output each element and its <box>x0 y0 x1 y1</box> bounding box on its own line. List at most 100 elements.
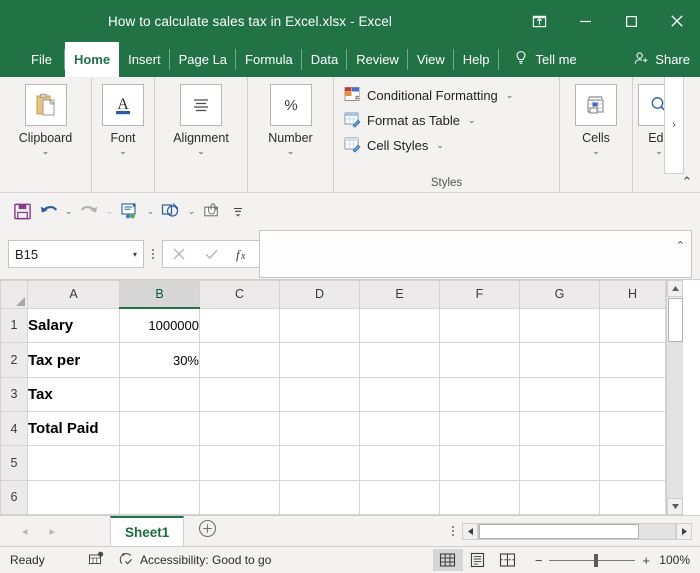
close-icon[interactable] <box>654 0 700 42</box>
page-break-view-icon[interactable] <box>493 549 523 571</box>
scroll-right-arrow[interactable] <box>676 523 692 540</box>
cell-g1[interactable] <box>520 308 600 343</box>
cell-d6[interactable] <box>280 480 360 514</box>
enter-check-icon[interactable] <box>195 242 227 266</box>
sheet-tab-sheet1[interactable]: Sheet1 <box>110 516 184 546</box>
cell-c1[interactable] <box>200 308 280 343</box>
record-macro-button[interactable] <box>88 551 104 569</box>
row-header-6[interactable]: 6 <box>1 480 28 514</box>
cell-f6[interactable] <box>440 480 520 514</box>
send-dropdown-chevron-icon[interactable]: ⌄ <box>144 200 157 222</box>
chevron-down-icon[interactable]: ⌄ <box>119 146 127 156</box>
cell-g2[interactable] <box>520 343 600 377</box>
expand-formula-bar-icon[interactable]: ⌃ <box>676 239 685 252</box>
redo-icon[interactable] <box>77 199 101 223</box>
zoom-track[interactable] <box>549 560 635 561</box>
vertical-scroll-thumb[interactable] <box>668 298 683 342</box>
cell-d5[interactable] <box>280 446 360 480</box>
cell-h3[interactable] <box>600 377 666 411</box>
tab-data[interactable]: Data <box>302 42 347 77</box>
cell-g3[interactable] <box>520 377 600 411</box>
zoom-slider[interactable]: − + <box>535 553 650 568</box>
cell-h2[interactable] <box>600 343 666 377</box>
cell-a1[interactable]: Salary <box>28 308 120 343</box>
worksheet-grid[interactable]: A B C D E F G H 1 Salary 1000000 <box>0 280 666 515</box>
tab-home[interactable]: Home <box>65 42 119 77</box>
cell-a4[interactable]: Total Paid <box>28 412 120 446</box>
column-header-e[interactable]: E <box>360 281 440 309</box>
select-all-corner[interactable] <box>1 281 28 309</box>
cell-c2[interactable] <box>200 343 280 377</box>
row-header-2[interactable]: 2 <box>1 343 28 377</box>
cell-h1[interactable] <box>600 308 666 343</box>
draw-dropdown-chevron-icon[interactable]: ⌄ <box>185 200 198 222</box>
cell-f2[interactable] <box>440 343 520 377</box>
tab-formulas[interactable]: Formula <box>236 42 302 77</box>
horizontal-scroll-track[interactable] <box>478 523 676 540</box>
cell-e1[interactable] <box>360 308 440 343</box>
chevron-down-icon[interactable]: ⌄ <box>655 146 663 156</box>
cell-a6[interactable] <box>28 480 120 514</box>
save-icon[interactable] <box>10 199 34 223</box>
cell-e3[interactable] <box>360 377 440 411</box>
zoom-out-button[interactable]: − <box>535 553 543 568</box>
cell-styles-button[interactable]: Cell Styles ⌄ <box>340 133 448 158</box>
chevron-down-icon[interactable]: ⌄ <box>287 146 295 156</box>
attach-icon[interactable] <box>200 199 224 223</box>
cell-c4[interactable] <box>200 412 280 446</box>
page-layout-view-icon[interactable] <box>463 549 493 571</box>
font-a-icon[interactable]: A <box>102 84 144 126</box>
normal-view-icon[interactable] <box>433 549 463 571</box>
cell-c3[interactable] <box>200 377 280 411</box>
undo-dropdown-chevron-icon[interactable]: ⌄ <box>62 200 75 222</box>
alignment-icon[interactable] <box>180 84 222 126</box>
undo-icon[interactable] <box>36 199 60 223</box>
cell-a2[interactable]: Tax per <box>28 343 120 377</box>
minimize-icon[interactable] <box>562 0 608 42</box>
ribbon-overflow-arrow[interactable]: › <box>664 77 684 174</box>
formula-input[interactable]: ⌃ <box>259 230 692 278</box>
name-box[interactable]: B15 ▾ <box>8 240 144 268</box>
column-header-h[interactable]: H <box>600 281 666 309</box>
cell-f1[interactable] <box>440 308 520 343</box>
cell-c5[interactable] <box>200 446 280 480</box>
cell-e4[interactable] <box>360 412 440 446</box>
cell-d1[interactable] <box>280 308 360 343</box>
ribbon-group-cells[interactable]: Cells ⌄ <box>560 77 633 192</box>
ribbon-group-font[interactable]: A Font ⌄ <box>92 77 155 192</box>
row-header-5[interactable]: 5 <box>1 446 28 480</box>
tell-me-box[interactable]: Tell me <box>499 42 587 77</box>
cell-g5[interactable] <box>520 446 600 480</box>
cell-e5[interactable] <box>360 446 440 480</box>
send-email-icon[interactable] <box>118 199 142 223</box>
fx-icon[interactable]: fx <box>227 242 259 266</box>
cells-icon[interactable] <box>575 84 617 126</box>
draw-shapes-icon[interactable] <box>159 199 183 223</box>
scroll-down-arrow[interactable] <box>667 498 683 515</box>
cell-d3[interactable] <box>280 377 360 411</box>
cell-b6[interactable] <box>120 480 200 514</box>
cell-b5[interactable] <box>120 446 200 480</box>
accessibility-status[interactable]: Accessibility: Good to go <box>118 551 271 570</box>
tab-page-layout[interactable]: Page La <box>170 42 236 77</box>
tab-view[interactable]: View <box>408 42 454 77</box>
sheet-prev-icon[interactable]: ◂ <box>22 525 28 538</box>
cell-b3[interactable] <box>120 377 200 411</box>
cancel-x-icon[interactable] <box>163 242 195 266</box>
tab-help[interactable]: Help <box>454 42 499 77</box>
tab-insert[interactable]: Insert <box>119 42 170 77</box>
cell-b1[interactable]: 1000000 <box>120 308 200 343</box>
cell-h6[interactable] <box>600 480 666 514</box>
ribbon-group-number[interactable]: % Number ⌄ <box>248 77 334 192</box>
tab-file[interactable]: File <box>18 42 65 77</box>
zoom-level-label[interactable]: 100% <box>650 553 690 567</box>
chevron-down-icon[interactable]: ▾ <box>133 250 137 259</box>
chevron-down-icon[interactable]: ⌄ <box>197 146 205 156</box>
column-header-a[interactable]: A <box>28 281 120 309</box>
format-as-table-button[interactable]: Format as Table ⌄ <box>340 108 480 133</box>
scroll-left-arrow[interactable] <box>462 523 478 540</box>
cell-b4[interactable] <box>120 412 200 446</box>
hscroll-drag-handle[interactable] <box>444 518 462 544</box>
ribbon-display-options-icon[interactable] <box>516 0 562 42</box>
row-header-4[interactable]: 4 <box>1 412 28 446</box>
